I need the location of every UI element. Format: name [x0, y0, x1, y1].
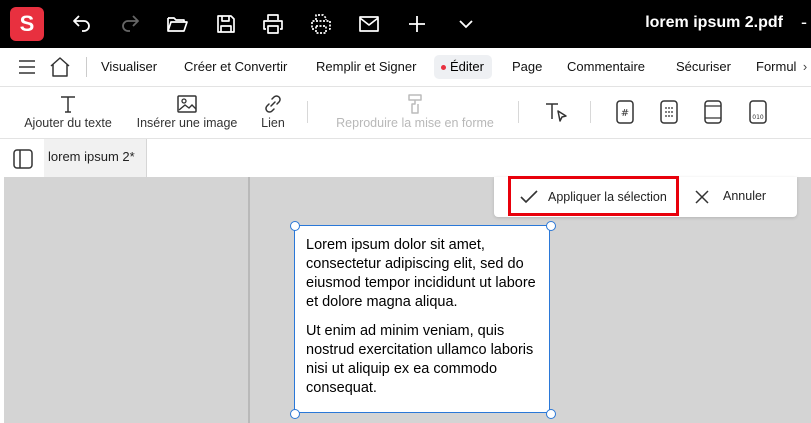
format-painter-button[interactable]: Reproduire la mise en forme: [330, 87, 500, 138]
menu-separator: [86, 57, 87, 77]
menu-item-editer[interactable]: Éditer: [434, 55, 492, 79]
text-paragraph-2[interactable]: Ut enim ad minim veniam, quis nostrud ex…: [306, 322, 538, 398]
title-bar: S lorem ipsum 2.pdf -: [0, 0, 811, 48]
ribbon-separator: [518, 101, 519, 123]
mail-icon[interactable]: [357, 12, 381, 36]
menu-item-visualiser[interactable]: Visualiser: [101, 48, 157, 86]
sidebar-toggle-icon[interactable]: [13, 149, 33, 169]
menu-bar: Visualiser Créer et Convertir Remplir et…: [0, 48, 811, 87]
minimize-button[interactable]: -: [801, 12, 807, 33]
link-icon: [265, 95, 281, 113]
menu-scroll-right[interactable]: ›: [799, 48, 811, 86]
ribbon-separator: [307, 101, 308, 123]
add-text-button[interactable]: Ajouter du texte: [18, 87, 118, 138]
format-painter-icon: [408, 94, 422, 114]
header-footer-icon[interactable]: [701, 99, 725, 125]
apply-selection-label: Appliquer la sélection: [548, 190, 667, 204]
text-select-icon[interactable]: [544, 99, 568, 125]
svg-text:#: #: [621, 108, 629, 119]
link-button[interactable]: Lien: [256, 87, 290, 138]
page-number-icon[interactable]: #: [613, 99, 637, 125]
image-icon: [177, 95, 197, 113]
redo-icon[interactable]: [118, 12, 142, 36]
text-paragraph-1[interactable]: Lorem ipsum dolor sit amet, consectetur …: [306, 236, 538, 312]
resize-handle-bottom-right[interactable]: [546, 409, 556, 419]
hamburger-menu-icon[interactable]: [18, 59, 36, 75]
resize-handle-top-left[interactable]: [290, 221, 300, 231]
save-icon[interactable]: [214, 12, 238, 36]
active-indicator-dot: [441, 65, 446, 70]
bates-numbering-icon[interactable]: [657, 99, 681, 125]
menu-item-formulaire[interactable]: Formul: [756, 48, 796, 86]
document-tab[interactable]: lorem ipsum 2*: [44, 139, 147, 177]
link-label: Lien: [261, 116, 285, 130]
tab-strip: [147, 139, 811, 177]
menu-item-remplir-signer[interactable]: Remplir et Signer: [316, 48, 416, 86]
app-logo[interactable]: S: [10, 7, 44, 41]
document-title: lorem ipsum 2.pdf: [645, 14, 783, 31]
check-icon: [520, 190, 538, 204]
open-folder-icon[interactable]: [165, 12, 189, 36]
add-text-label: Ajouter du texte: [24, 116, 112, 130]
canvas-margin: [4, 177, 248, 423]
home-icon[interactable]: [49, 56, 71, 78]
menu-item-creer-convertir[interactable]: Créer et Convertir: [184, 48, 287, 86]
plus-icon[interactable]: [405, 12, 429, 36]
insert-image-button[interactable]: Insérer une image: [132, 87, 242, 138]
resize-handle-bottom-left[interactable]: [290, 409, 300, 419]
chevron-down-icon[interactable]: [454, 12, 478, 36]
undo-icon[interactable]: [70, 12, 94, 36]
ribbon-toolbar: Ajouter du texte Insérer une image Lien …: [0, 87, 811, 139]
scan-icon[interactable]: [309, 12, 333, 36]
apply-selection-button[interactable]: Appliquer la sélection: [508, 176, 679, 216]
watermark-icon[interactable]: 010: [746, 99, 770, 125]
format-painter-label: Reproduire la mise en forme: [336, 116, 494, 130]
svg-text:010: 010: [752, 114, 764, 121]
editable-text-box[interactable]: Lorem ipsum dolor sit amet, consectetur …: [294, 225, 550, 413]
resize-handle-top-right[interactable]: [546, 221, 556, 231]
cancel-label: Annuler: [723, 189, 767, 203]
menu-item-securiser[interactable]: Sécuriser: [676, 48, 731, 86]
menu-item-editer-label: Éditer: [450, 59, 484, 74]
insert-image-label: Insérer une image: [136, 116, 238, 130]
text-icon: [61, 96, 75, 113]
ribbon-separator: [590, 101, 591, 123]
close-icon: [695, 190, 709, 204]
print-icon[interactable]: [261, 12, 285, 36]
menu-item-commentaire[interactable]: Commentaire: [567, 48, 645, 86]
menu-item-page[interactable]: Page: [512, 48, 542, 86]
